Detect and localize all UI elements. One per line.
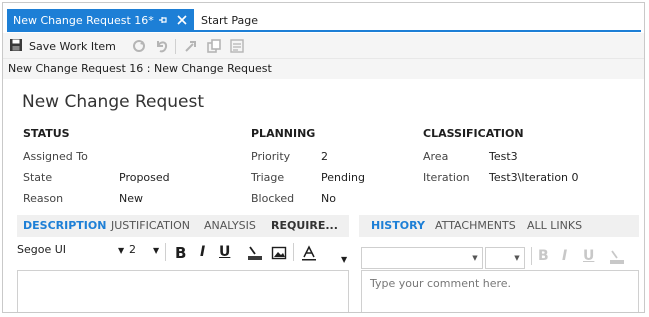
document-tab-strip: New Change Request 16* Start Page (3, 3, 644, 32)
tab-label: Start Page (201, 13, 258, 27)
save-label: Save Work Item (29, 40, 116, 53)
comment-input[interactable]: Type your comment here. (361, 270, 639, 312)
tab-description[interactable]: DESCRIPTION (23, 215, 106, 237)
triage-field[interactable]: Pending (321, 171, 365, 184)
insert-image-icon[interactable] (271, 245, 287, 265)
state-field[interactable]: Proposed (119, 171, 170, 184)
pin-icon[interactable] (157, 13, 169, 27)
history-font-select[interactable]: ▼ (361, 247, 483, 269)
comment-placeholder: Type your comment here. (370, 277, 512, 290)
size-dropdown-icon[interactable]: ▼ (153, 246, 159, 255)
priority-field[interactable]: 2 (321, 150, 328, 163)
toolbar-separator (293, 243, 294, 261)
work-item-toolbar: Save Work Item (3, 33, 644, 59)
tab-underline (7, 30, 641, 32)
italic-icon[interactable]: I (200, 244, 205, 260)
close-icon[interactable] (175, 13, 189, 27)
bold-icon[interactable]: B (538, 248, 549, 264)
font-family-select[interactable]: Segoe UI (17, 243, 66, 256)
triage-label: Triage (251, 171, 285, 184)
bold-icon[interactable]: B (175, 244, 186, 262)
refresh-icon[interactable] (131, 38, 147, 54)
planning-heading: PLANNING (251, 127, 316, 140)
undo-icon[interactable] (154, 38, 170, 54)
toolbar-separator (175, 39, 176, 54)
details-tab-bar: DESCRIPTION JUSTIFICATION ANALYSIS REQUI… (17, 215, 349, 237)
font-color-icon[interactable] (301, 245, 317, 265)
toolbar-separator (165, 243, 166, 261)
italic-icon[interactable]: I (562, 248, 567, 264)
copy-icon[interactable] (206, 38, 222, 54)
iteration-field[interactable]: Test3\Iteration 0 (489, 171, 579, 184)
underline-icon[interactable]: U (219, 244, 230, 260)
reason-field[interactable]: New (119, 192, 143, 205)
tab-start-page[interactable]: Start Page (199, 9, 279, 31)
save-work-item-button[interactable]: Save Work Item (9, 38, 116, 55)
area-field[interactable]: Test3 (489, 150, 518, 163)
follow-icon[interactable] (183, 38, 199, 54)
chevron-down-icon: ▼ (472, 254, 478, 262)
description-editor[interactable] (17, 270, 349, 312)
state-label: State (23, 171, 53, 184)
font-dropdown-icon[interactable]: ▼ (118, 246, 124, 255)
underline-icon[interactable]: U (583, 248, 594, 264)
history-size-select[interactable]: ▼ (485, 247, 525, 269)
tab-analysis[interactable]: ANALYSIS (204, 215, 256, 237)
breadcrumb: New Change Request 16 : New Change Reque… (3, 59, 644, 79)
tab-all-links[interactable]: ALL LINKS (527, 215, 582, 237)
toolbar-separator (531, 247, 532, 265)
assigned-to-label: Assigned To (23, 150, 88, 163)
more-options-icon[interactable]: ▼ (341, 255, 347, 264)
save-icon (9, 38, 23, 55)
page-title: New Change Request (22, 92, 205, 112)
history-tab-bar: HISTORY ATTACHMENTS ALL LINKS (359, 215, 639, 237)
priority-label: Priority (251, 150, 291, 163)
highlight-icon[interactable] (609, 249, 625, 269)
tab-history[interactable]: HISTORY (371, 215, 425, 237)
blocked-field[interactable]: No (321, 192, 336, 205)
tab-justification[interactable]: JUSTIFICATION (111, 215, 190, 237)
font-size-select[interactable]: 2 (129, 243, 136, 256)
area-label: Area (423, 150, 449, 163)
template-icon[interactable] (229, 38, 245, 54)
tab-attachments[interactable]: ATTACHMENTS (435, 215, 516, 237)
status-heading: STATUS (23, 127, 70, 140)
iteration-label: Iteration (423, 171, 470, 184)
blocked-label: Blocked (251, 192, 295, 205)
classification-heading: CLASSIFICATION (423, 127, 524, 140)
tab-requirements[interactable]: REQUIRE... (271, 215, 338, 237)
highlight-icon[interactable] (247, 245, 263, 265)
work-item-window: New Change Request 16* Start Page Save W… (2, 2, 645, 313)
tab-label: New Change Request 16* (13, 13, 154, 27)
chevron-down-icon: ▼ (514, 254, 520, 262)
tab-new-change-request[interactable]: New Change Request 16* (7, 9, 194, 31)
reason-label: Reason (23, 192, 64, 205)
